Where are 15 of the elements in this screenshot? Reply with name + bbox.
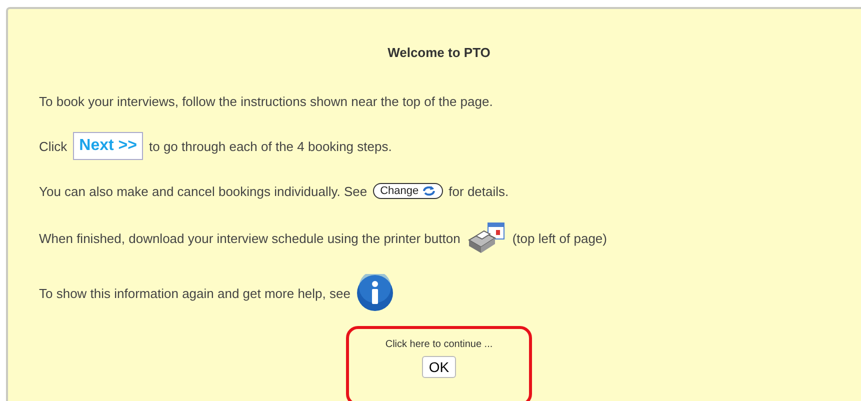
change-button[interactable]: Change [373,183,443,199]
instruction-text: To book your interviews, follow the instructions shown near the top of the page. [39,94,493,108]
printer-icon[interactable] [466,222,506,254]
instruction-text: You can also make and cancel bookings individually. See [39,184,368,198]
instruction-text: Click [39,138,68,154]
continue-prompt: Click here to continue ... [385,339,493,350]
ok-button[interactable]: OK [422,356,456,378]
instruction-text: (top left of page) [512,230,607,246]
instruction-text: When finished, download your interview schedule using the printer button [39,230,460,246]
instruction-text: To show this information again and get more help, see [39,286,350,300]
instruction-text: to go through each of the 4 booking steps. [148,138,392,154]
refresh-icon [422,185,436,197]
instruction-text: for details. [448,184,509,198]
info-icon[interactable] [356,274,394,312]
dialog-title: Welcome to PTO [386,45,492,60]
